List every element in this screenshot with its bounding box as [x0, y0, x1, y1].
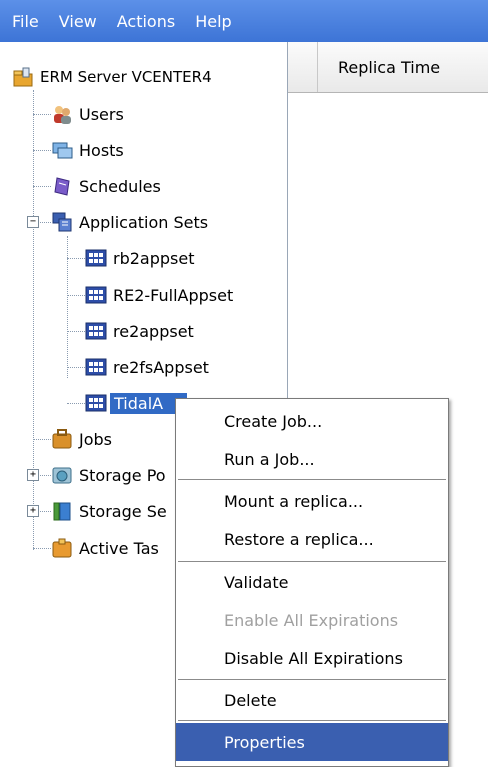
- menu-item-run-job[interactable]: Run a Job...: [176, 440, 448, 478]
- menu-item-properties[interactable]: Properties: [176, 723, 448, 761]
- tree-connector: [38, 511, 51, 512]
- menu-separator: [178, 561, 446, 562]
- menu-item-validate[interactable]: Validate: [176, 563, 448, 601]
- tree-node-server[interactable]: ERM Server VCENTER4: [12, 64, 212, 90]
- tree-node-appset[interactable]: RE2-FullAppset: [85, 282, 233, 308]
- hosts-icon: [51, 139, 73, 161]
- tree-node-application-sets[interactable]: Application Sets: [51, 209, 208, 235]
- expand-toggle[interactable]: +: [27, 505, 39, 517]
- jobs-icon: [51, 428, 73, 450]
- tree-node-label: Schedules: [79, 176, 161, 196]
- tree-node-label: Jobs: [79, 429, 112, 449]
- tree-node-schedules[interactable]: Schedules: [51, 173, 161, 199]
- menu-bar: File View Actions Help: [0, 0, 488, 42]
- appset-icon: [85, 320, 107, 342]
- tree-connector: [67, 258, 85, 259]
- menu-item-label: Disable All Expirations: [224, 648, 403, 668]
- tree-node-hosts[interactable]: Hosts: [51, 137, 124, 163]
- tree-connector: [33, 90, 34, 550]
- menu-help[interactable]: Help: [195, 12, 231, 31]
- appset-icon: [85, 284, 107, 306]
- tree-node-label: RE2-FullAppset: [113, 285, 234, 305]
- tree-connector: [67, 331, 85, 332]
- menu-file[interactable]: File: [12, 12, 39, 31]
- column-separator: [317, 42, 318, 92]
- tree-connector: [38, 222, 51, 223]
- tree-connector: [33, 548, 51, 549]
- tree-connector: [67, 367, 85, 368]
- column-header-replica-time[interactable]: Replica Time: [338, 58, 440, 77]
- menu-item-enable-all-expirations: Enable All Expirations: [176, 601, 448, 639]
- tree-node-label: Storage Se: [79, 501, 167, 521]
- tree-node-label: Active Tas: [79, 538, 159, 558]
- collapse-toggle[interactable]: −: [27, 216, 39, 228]
- tree-node-label: Users: [79, 104, 124, 124]
- tree-connector: [33, 150, 51, 151]
- tree-node-label: Storage Po: [79, 465, 166, 485]
- tree-connector: [38, 475, 51, 476]
- storage-pools-icon: [51, 464, 73, 486]
- tree-node-users[interactable]: Users: [51, 101, 124, 127]
- tree-node-appset[interactable]: re2appset: [85, 318, 194, 344]
- tree-connector: [33, 114, 51, 115]
- appset-icon: [85, 392, 107, 414]
- tree-node-appset[interactable]: rb2appset: [85, 245, 194, 271]
- application-sets-icon: [51, 211, 73, 233]
- menu-item-create-job[interactable]: Create Job...: [176, 402, 448, 440]
- tree-node-label: re2fsAppset: [113, 357, 209, 377]
- tree-node-appset-selected[interactable]: TidalA: [85, 390, 188, 416]
- server-folder-icon: [12, 66, 34, 88]
- menu-item-label: Enable All Expirations: [224, 610, 399, 630]
- expand-toggle[interactable]: +: [27, 469, 39, 481]
- tree-node-label: ERM Server VCENTER4: [40, 68, 212, 86]
- tree-node-appset[interactable]: re2fsAppset: [85, 354, 209, 380]
- menu-item-label: Validate: [224, 572, 289, 592]
- tree-connector: [67, 295, 85, 296]
- menu-item-label: Properties: [224, 732, 305, 752]
- tree-node-label: Application Sets: [79, 212, 209, 232]
- tree-node-label: rb2appset: [113, 248, 195, 268]
- appset-icon: [85, 247, 107, 269]
- tree-node-storage-sets[interactable]: Storage Se: [51, 498, 167, 524]
- tree-node-jobs[interactable]: Jobs: [51, 426, 112, 452]
- menu-item-label: Delete: [224, 690, 277, 710]
- tree-connector: [67, 403, 85, 404]
- active-tasks-icon: [51, 537, 73, 559]
- storage-sets-icon: [51, 500, 73, 522]
- menu-item-label: Mount a replica...: [224, 491, 364, 511]
- menu-item-disable-all-expirations[interactable]: Disable All Expirations: [176, 639, 448, 677]
- menu-item-mount-replica[interactable]: Mount a replica...: [176, 482, 448, 520]
- menu-separator: [178, 479, 446, 480]
- menu-item-label: Restore a replica...: [224, 529, 374, 549]
- menu-actions[interactable]: Actions: [117, 12, 175, 31]
- context-menu: Create Job... Run a Job... Mount a repli…: [175, 398, 449, 767]
- menu-separator: [178, 720, 446, 721]
- tree-node-active-tasks[interactable]: Active Tas: [51, 535, 159, 561]
- tree-connector: [33, 439, 51, 440]
- tree-node-storage-pools[interactable]: Storage Po: [51, 462, 166, 488]
- menu-item-delete[interactable]: Delete: [176, 681, 448, 719]
- menu-view[interactable]: View: [59, 12, 97, 31]
- schedules-icon: [51, 175, 73, 197]
- appset-icon: [85, 356, 107, 378]
- menu-item-label: Create Job...: [224, 411, 323, 431]
- menu-item-label: Run a Job...: [224, 449, 315, 469]
- tree-node-label: re2appset: [113, 321, 194, 341]
- tree-node-label: Hosts: [79, 140, 124, 160]
- menu-item-restore-replica[interactable]: Restore a replica...: [176, 520, 448, 558]
- table-header: Replica Time: [288, 42, 488, 93]
- menu-separator: [178, 679, 446, 680]
- users-icon: [51, 103, 73, 125]
- tree-connector: [33, 186, 51, 187]
